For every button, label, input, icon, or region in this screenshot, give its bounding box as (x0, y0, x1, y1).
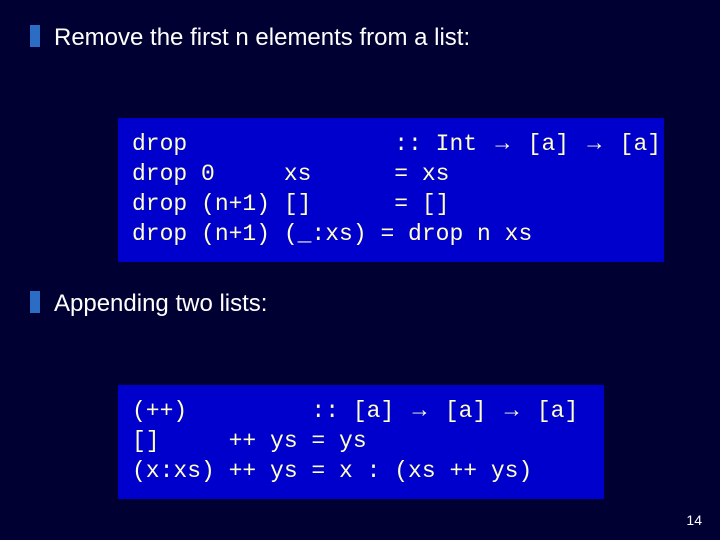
page-number: 14 (686, 512, 702, 528)
code-line: drop (n+1) [] = [] (132, 190, 650, 220)
code-text: [a] (514, 131, 583, 157)
code-block-append: (++) :: [a] → [a] → [a] [] ++ ys = ys (x… (118, 385, 604, 499)
code-text: [a] (523, 398, 578, 424)
code-line: drop (n+1) (_:xs) = drop n xs (132, 220, 650, 250)
arrow-icon: → (408, 395, 431, 425)
bullet-text-1: Remove the first n elements from a list: (54, 22, 470, 53)
code-block-drop: drop :: Int → [a] → [a] drop 0 xs = xs d… (118, 118, 664, 262)
code-line: (x:xs) ++ ys = x : (xs ++ ys) (132, 457, 590, 487)
code-line: (++) :: [a] → [a] → [a] (132, 395, 590, 427)
arrow-icon: → (583, 128, 606, 158)
code-text: (++) :: [a] (132, 398, 408, 424)
bullet-item-1: Remove the first n elements from a list: (30, 22, 470, 53)
code-line: drop 0 xs = xs (132, 160, 650, 190)
code-text: [a] (606, 131, 661, 157)
bullet-marker (30, 25, 40, 47)
code-text: drop :: Int (132, 131, 491, 157)
arrow-icon: → (500, 395, 523, 425)
arrow-icon: → (491, 128, 514, 158)
bullet-item-2: Appending two lists: (30, 288, 267, 319)
code-text: [a] (431, 398, 500, 424)
bullet-text-2: Appending two lists: (54, 288, 267, 319)
bullet-marker (30, 291, 40, 313)
code-line: drop :: Int → [a] → [a] (132, 128, 650, 160)
code-line: [] ++ ys = ys (132, 427, 590, 457)
